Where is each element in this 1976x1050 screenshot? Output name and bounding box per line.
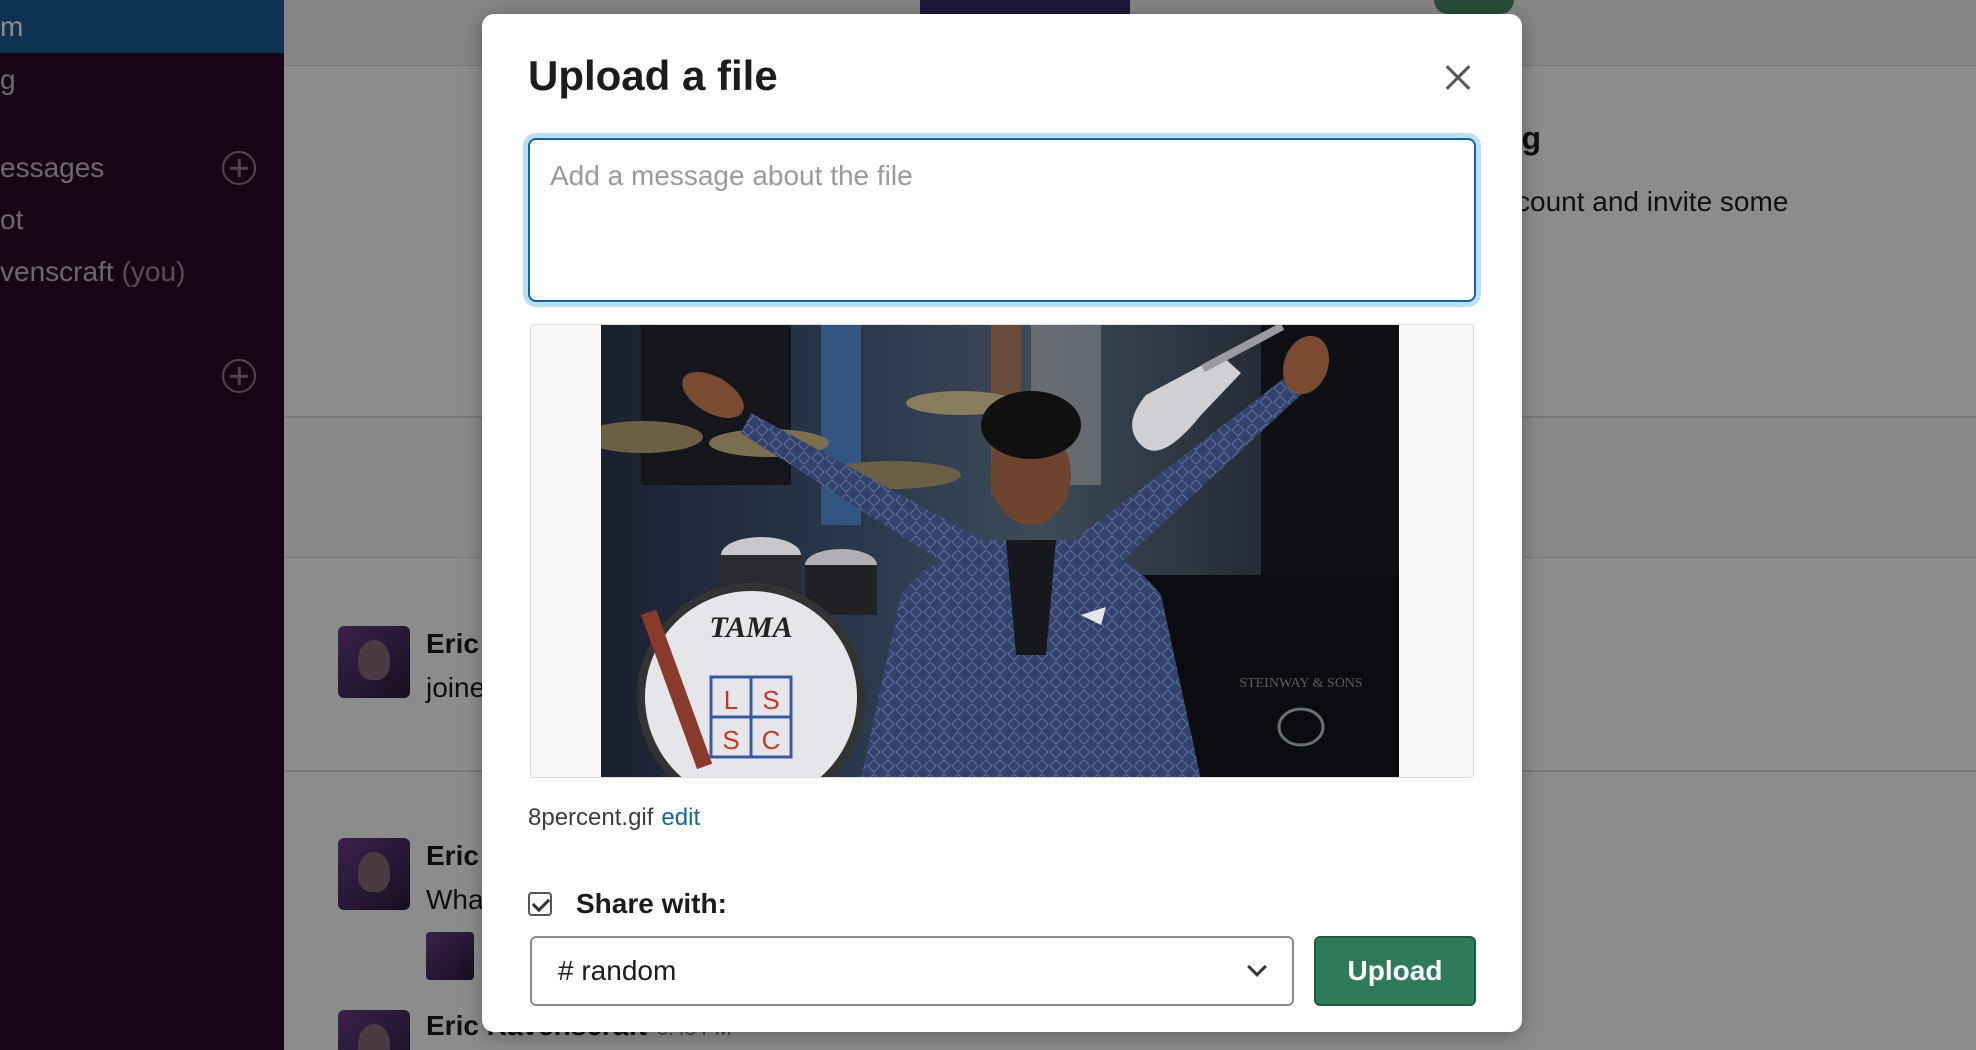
dialog-title: Upload a file <box>528 52 778 99</box>
share-with-label: Share with: <box>576 888 727 919</box>
drum-letter: C <box>762 725 781 755</box>
edit-file-name-link[interactable]: edit <box>661 804 700 831</box>
share-checkbox[interactable] <box>528 892 552 916</box>
piano-brand-text: STEINWAY & SONS <box>1239 676 1362 691</box>
drum-brand-text: TAMA <box>709 611 792 644</box>
file-name-row: 8percent.gif edit <box>528 804 700 832</box>
chevron-down-icon <box>1247 957 1267 977</box>
file-message-input[interactable] <box>528 138 1476 302</box>
upload-button[interactable]: Upload <box>1314 936 1476 1006</box>
drum-letter: L <box>724 685 738 715</box>
file-preview: TAMA L S S C STEINWAY & SONS <box>530 324 1474 778</box>
share-row: Share with: <box>528 888 727 920</box>
selected-channel: # random <box>558 955 677 986</box>
gif-illustration: TAMA L S S C STEINWAY & SONS <box>601 325 1399 777</box>
close-icon[interactable] <box>1434 54 1482 102</box>
share-channel-select[interactable]: # random <box>530 936 1294 1006</box>
drum-letter: S <box>762 685 779 715</box>
gif-preview-image: TAMA L S S C STEINWAY & SONS <box>601 325 1399 777</box>
upload-file-dialog: Upload a file Add a message about the fi… <box>482 14 1522 1032</box>
drum-letter: S <box>722 725 739 755</box>
file-name: 8percent.gif <box>528 804 654 831</box>
